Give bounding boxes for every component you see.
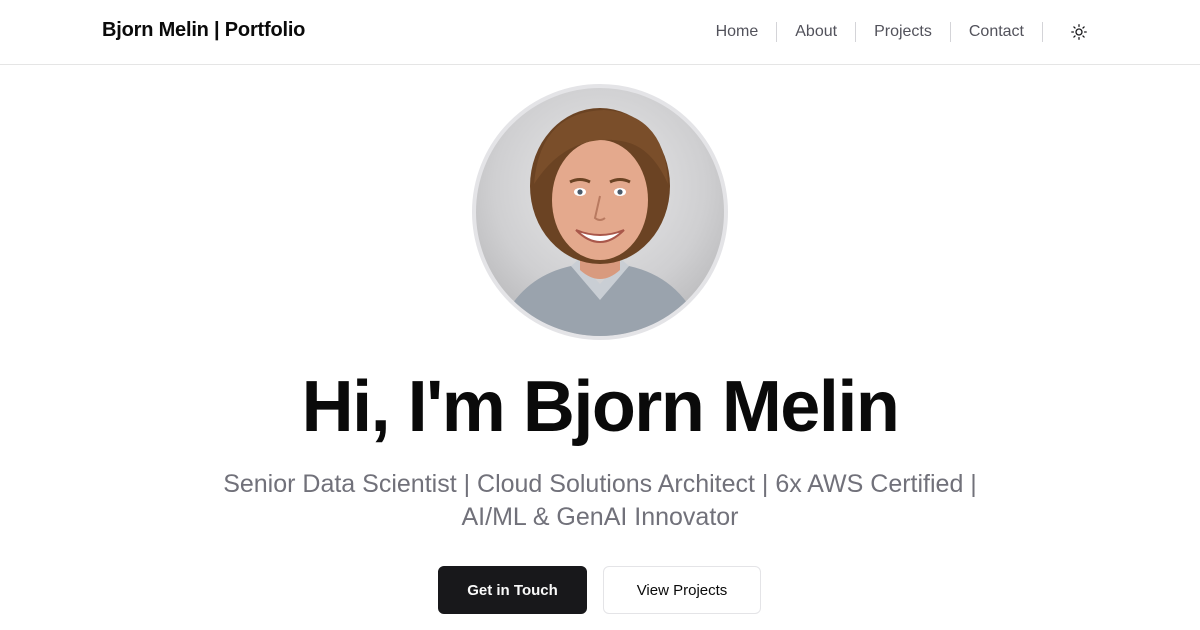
nav-projects-link[interactable]: Projects bbox=[856, 16, 950, 48]
theme-toggle-button[interactable] bbox=[1061, 16, 1097, 48]
get-in-touch-button[interactable]: Get in Touch bbox=[438, 566, 587, 614]
sun-icon bbox=[1071, 24, 1087, 40]
profile-avatar bbox=[472, 84, 728, 340]
main-nav: Home About Projects Contact bbox=[698, 16, 1097, 48]
site-brand[interactable]: Bjorn Melin | Portfolio bbox=[102, 19, 305, 42]
view-projects-button[interactable]: View Projects bbox=[603, 566, 761, 614]
nav-home-link[interactable]: Home bbox=[698, 16, 777, 48]
nav-divider bbox=[1042, 22, 1043, 42]
site-header: Bjorn Melin | Portfolio Home About Proje… bbox=[0, 0, 1200, 65]
nav-about-link[interactable]: About bbox=[777, 16, 855, 48]
nav-contact-link[interactable]: Contact bbox=[951, 16, 1042, 48]
hero-title: Hi, I'm Bjorn Melin bbox=[301, 367, 900, 447]
profile-photo bbox=[496, 108, 704, 336]
hero-subtitle: Senior Data Scientist | Cloud Solutions … bbox=[223, 470, 977, 531]
